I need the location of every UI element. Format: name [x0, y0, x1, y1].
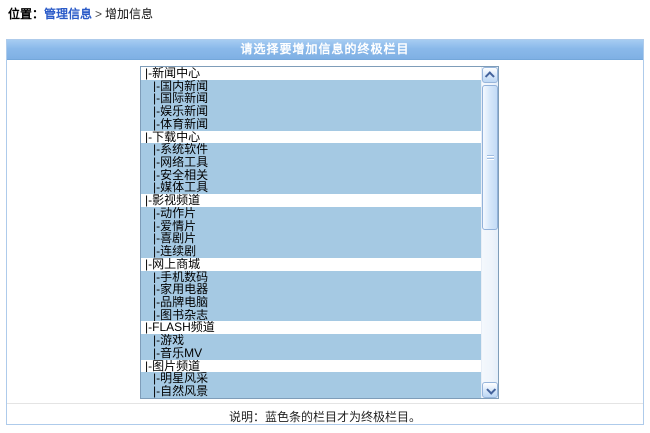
list-item[interactable]: |-网络工具 [141, 156, 481, 169]
chevron-up-icon [484, 71, 494, 81]
list-item[interactable]: |-游戏 [141, 334, 481, 347]
list-item[interactable]: |-连续剧 [141, 245, 481, 258]
list-item[interactable]: |-图书杂志 [141, 309, 481, 322]
scrollbar-grip-icon [487, 155, 494, 161]
scroll-down-button[interactable] [482, 382, 498, 398]
list-item[interactable]: |-新闻中心 [141, 67, 481, 80]
list-item[interactable]: |-系统软件 [141, 143, 481, 156]
list-item[interactable]: |-家用电器 [141, 283, 481, 296]
panel-title: 请选择要增加信息的终极栏目 [7, 40, 643, 60]
page: { "breadcrumb": { "label": "位置：", "link"… [0, 0, 650, 433]
column-listbox[interactable]: |-新闻中心|-国内新闻|-国际新闻|-娱乐新闻|-体育新闻|-下载中心|-系统… [140, 66, 499, 399]
list-item[interactable]: |-安全相关 [141, 169, 481, 182]
scrollbar-thumb[interactable] [482, 85, 498, 230]
list-item[interactable]: |-自然风景 [141, 385, 481, 398]
list-item[interactable]: |-品牌电脑 [141, 296, 481, 309]
list-item[interactable]: |-影视频道 [141, 194, 481, 207]
chevron-down-icon [486, 384, 496, 394]
list-item[interactable]: |-爱情片 [141, 220, 481, 233]
footer-note: 说明：蓝色条的栏目才为终极栏目。 [7, 408, 643, 425]
list-item[interactable]: |-下载中心 [141, 131, 481, 144]
list-item[interactable]: |-明星风采 [141, 372, 481, 385]
add-info-panel: 请选择要增加信息的终极栏目 |-新闻中心|-国内新闻|-国际新闻|-娱乐新闻|-… [6, 39, 644, 425]
list-item[interactable]: |-体育新闻 [141, 118, 481, 131]
list-item[interactable]: |-音乐MV [141, 347, 481, 360]
scrollbar[interactable] [481, 67, 498, 398]
list-item[interactable]: |-媒体工具 [141, 181, 481, 194]
list-item[interactable]: |-FLASH频道 [141, 321, 481, 334]
list-item[interactable]: |-国内新闻 [141, 80, 481, 93]
footer-divider [7, 403, 643, 404]
breadcrumb-label: 位置： [8, 7, 44, 21]
list-item[interactable]: |-动作片 [141, 207, 481, 220]
list-item[interactable]: |-喜剧片 [141, 232, 481, 245]
breadcrumb-separator: > [92, 7, 105, 21]
breadcrumb-link-manage-info[interactable]: 管理信息 [44, 7, 92, 21]
breadcrumb-current: 增加信息 [105, 7, 153, 21]
list-item[interactable]: |-网上商城 [141, 258, 481, 271]
list-item[interactable]: |-娱乐新闻 [141, 105, 481, 118]
scroll-up-button[interactable] [482, 67, 498, 83]
list-item[interactable]: |-图片频道 [141, 360, 481, 373]
column-list: |-新闻中心|-国内新闻|-国际新闻|-娱乐新闻|-体育新闻|-下载中心|-系统… [141, 67, 481, 398]
list-item[interactable]: |-手机数码 [141, 271, 481, 284]
breadcrumb: 位置：管理信息>增加信息 [8, 6, 153, 22]
list-item[interactable]: |-国际新闻 [141, 92, 481, 105]
